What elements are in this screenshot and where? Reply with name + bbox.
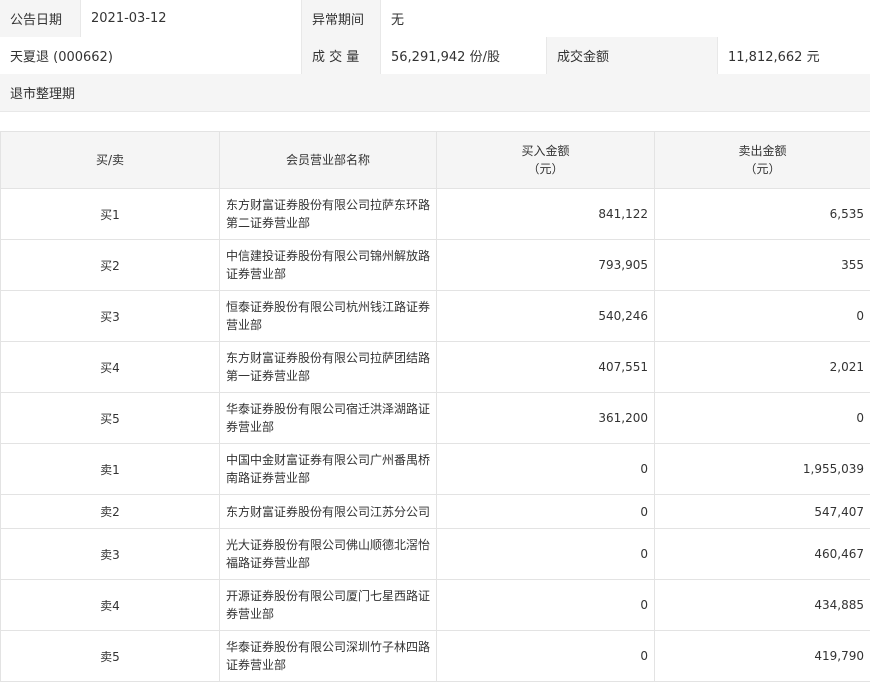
stock-name: 天夏退 (000662): [0, 37, 302, 74]
branch-line2: 第一证券营业部: [226, 369, 311, 383]
info-row-volume: 天夏退 (000662) 成 交 量 56,291,942 份/股 成交金额 1…: [0, 37, 870, 75]
branch-line1: 华泰证券股份有限公司宿迁洪泽湖路证: [226, 402, 431, 416]
row-side: 买2: [0, 239, 220, 291]
branch-line1: 东方财富证券股份有限公司拉萨团结路: [226, 351, 431, 365]
row-buy-amount: 793,905: [436, 239, 655, 291]
table-row: 买5 华泰证券股份有限公司宿迁洪泽湖路证 券营业部 361,200 0: [0, 392, 870, 444]
branch-line2: 证券营业部: [226, 267, 287, 281]
branch-line1: 东方财富证券股份有限公司拉萨东环路: [226, 198, 431, 212]
abnormal-period-value: 无: [381, 0, 870, 37]
row-side: 卖3: [0, 528, 220, 580]
volume-value: 56,291,942 份/股: [381, 37, 547, 74]
row-sell-amount: 419,790: [654, 630, 870, 682]
header-branch: 会员营业部名称: [219, 131, 437, 189]
table-row: 买2 中信建投证券股份有限公司锦州解放路 证券营业部 793,905 355: [0, 239, 870, 291]
info-row-date: 公告日期 2021-03-12 异常期间 无: [0, 0, 870, 38]
row-buy-amount: 0: [436, 579, 655, 631]
announce-date-value: 2021-03-12: [81, 0, 302, 37]
row-buy-amount: 540,246: [436, 290, 655, 342]
row-side: 卖1: [0, 443, 220, 495]
branch-line1: 华泰证券股份有限公司深圳竹子林四路: [226, 640, 431, 654]
row-buy-amount: 407,551: [436, 341, 655, 393]
table-row: 买3 恒泰证券股份有限公司杭州钱江路证券 营业部 540,246 0: [0, 290, 870, 342]
broker-trade-table: 买/卖 会员营业部名称 买入金额 （元） 卖出金额 （元） 买1 东方财富证券股…: [0, 131, 870, 682]
header-buy-amount-line2: （元）: [527, 162, 564, 176]
row-branch: 开源证券股份有限公司厦门七星西路证 券营业部: [219, 579, 437, 631]
row-branch: 华泰证券股份有限公司宿迁洪泽湖路证 券营业部: [219, 392, 437, 444]
row-side: 买1: [0, 188, 220, 240]
header-buy-amount: 买入金额 （元）: [436, 131, 655, 189]
row-sell-amount: 6,535: [654, 188, 870, 240]
row-side: 卖2: [0, 494, 220, 529]
row-branch: 东方财富证券股份有限公司拉萨团结路 第一证券营业部: [219, 341, 437, 393]
table-row: 卖1 中国中金财富证券有限公司广州番禺桥 南路证券营业部 0 1,955,039: [0, 443, 870, 495]
row-buy-amount: 361,200: [436, 392, 655, 444]
row-side: 卖4: [0, 579, 220, 631]
row-side: 买5: [0, 392, 220, 444]
branch-line2: 券营业部: [226, 607, 275, 621]
volume-label: 成 交 量: [302, 37, 381, 74]
row-sell-amount: 2,021: [654, 341, 870, 393]
row-sell-amount: 434,885: [654, 579, 870, 631]
branch-line1: 中信建投证券股份有限公司锦州解放路: [226, 249, 431, 263]
branch-line1: 开源证券股份有限公司厦门七星西路证: [226, 589, 431, 603]
table-row: 买1 东方财富证券股份有限公司拉萨东环路 第二证券营业部 841,122 6,53…: [0, 188, 870, 240]
table-header-row: 买/卖 会员营业部名称 买入金额 （元） 卖出金额 （元）: [0, 131, 870, 189]
row-side: 买3: [0, 290, 220, 342]
row-sell-amount: 355: [654, 239, 870, 291]
header-sell-amount-line1: 卖出金额: [738, 144, 787, 158]
branch-line2: 证券营业部: [226, 658, 287, 672]
branch-line2: 福路证券营业部: [226, 556, 311, 570]
row-sell-amount: 1,955,039: [654, 443, 870, 495]
amount-label: 成交金额: [547, 37, 718, 74]
abnormal-period-label: 异常期间: [302, 0, 381, 37]
row-side: 卖5: [0, 630, 220, 682]
row-branch: 东方财富证券股份有限公司江苏分公司: [219, 494, 437, 529]
branch-line2: 第二证券营业部: [226, 216, 311, 230]
table-row: 买4 东方财富证券股份有限公司拉萨团结路 第一证券营业部 407,551 2,02…: [0, 341, 870, 393]
table-row: 卖2 东方财富证券股份有限公司江苏分公司 0 547,407: [0, 494, 870, 529]
row-branch: 中国中金财富证券有限公司广州番禺桥 南路证券营业部: [219, 443, 437, 495]
row-branch: 东方财富证券股份有限公司拉萨东环路 第二证券营业部: [219, 188, 437, 240]
branch-line2: 营业部: [226, 318, 263, 332]
table-row: 卖3 光大证券股份有限公司佛山顺德北滘怡 福路证券营业部 0 460,467: [0, 528, 870, 580]
header-sell-amount: 卖出金额 （元）: [654, 131, 870, 189]
row-buy-amount: 0: [436, 443, 655, 495]
row-branch: 恒泰证券股份有限公司杭州钱江路证券 营业部: [219, 290, 437, 342]
row-branch: 中信建投证券股份有限公司锦州解放路 证券营业部: [219, 239, 437, 291]
row-buy-amount: 0: [436, 630, 655, 682]
branch-line1: 光大证券股份有限公司佛山顺德北滘怡: [226, 538, 431, 552]
announce-date-label: 公告日期: [0, 0, 81, 37]
table-row: 卖5 华泰证券股份有限公司深圳竹子林四路 证券营业部 0 419,790: [0, 630, 870, 682]
row-buy-amount: 0: [436, 494, 655, 529]
branch-line1: 中国中金财富证券有限公司广州番禺桥: [226, 453, 431, 467]
branch-line1: 东方财富证券股份有限公司江苏分公司: [226, 504, 431, 519]
header-sell-amount-line2: （元）: [744, 162, 781, 176]
branch-line2: 券营业部: [226, 420, 275, 434]
abnormal-reason: 退市整理期: [0, 74, 870, 111]
branch-line1: 恒泰证券股份有限公司杭州钱江路证券: [226, 300, 431, 314]
info-row-reason: 退市整理期: [0, 74, 870, 112]
row-sell-amount: 547,407: [654, 494, 870, 529]
row-buy-amount: 841,122: [436, 188, 655, 240]
row-branch: 华泰证券股份有限公司深圳竹子林四路 证券营业部: [219, 630, 437, 682]
row-side: 买4: [0, 341, 220, 393]
row-branch: 光大证券股份有限公司佛山顺德北滘怡 福路证券营业部: [219, 528, 437, 580]
row-sell-amount: 0: [654, 392, 870, 444]
header-side: 买/卖: [0, 131, 220, 189]
row-sell-amount: 460,467: [654, 528, 870, 580]
row-buy-amount: 0: [436, 528, 655, 580]
table-row: 卖4 开源证券股份有限公司厦门七星西路证 券营业部 0 434,885: [0, 579, 870, 631]
amount-value: 11,812,662 元: [718, 37, 870, 74]
row-sell-amount: 0: [654, 290, 870, 342]
header-buy-amount-line1: 买入金额: [521, 144, 570, 158]
branch-line2: 南路证券营业部: [226, 471, 311, 485]
